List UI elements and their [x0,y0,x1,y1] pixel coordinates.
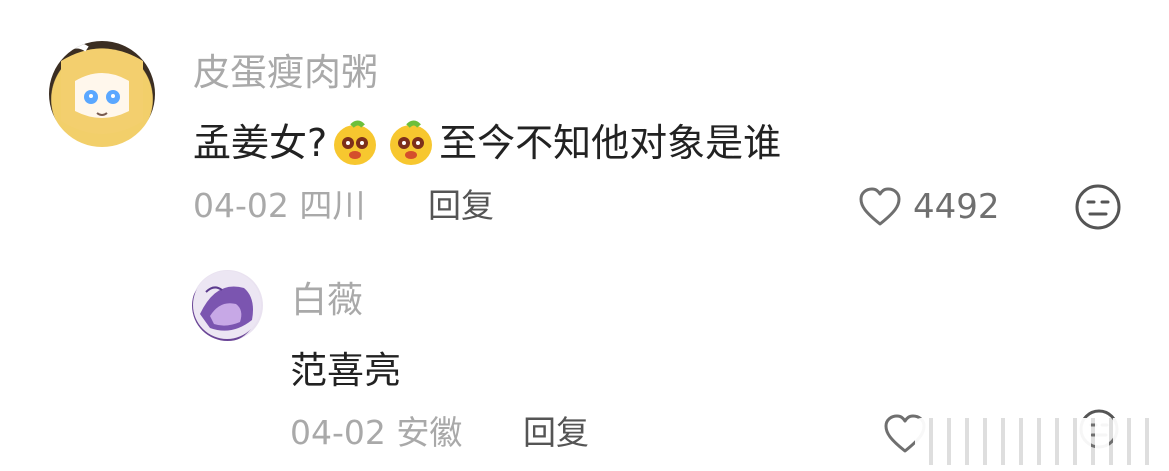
reply-button[interactable]: 回复 [428,186,494,226]
anime-girl-avatar-icon [61,42,143,134]
avatar[interactable] [49,41,155,147]
comment-text: 范喜亮 [290,349,401,392]
comment-text-prefix: 孟姜女? [193,121,328,165]
username[interactable]: 白薇 [291,279,363,323]
comment-meta: 04-02 安徽 [290,413,463,452]
comment-meta: 04-02 四川 [193,186,366,225]
username[interactable]: 皮蛋瘦肉粥 [193,50,378,96]
reply-button[interactable]: 回复 [523,413,589,453]
comment-text-suffix: 至今不知他对象是谁 [439,121,782,165]
purple-illustration-avatar-icon [193,271,261,339]
avatar[interactable] [192,270,263,341]
heart-outline-icon[interactable] [857,186,903,228]
lemon-cry-emoji-icon [386,118,436,168]
comment-text: 孟姜女? 至今不知他对象是谁 [193,118,781,168]
lemon-cry-emoji-icon [330,118,380,168]
meh-face-icon[interactable] [1073,182,1123,232]
watermark [915,418,1163,465]
like-count: 4492 [913,187,1000,227]
